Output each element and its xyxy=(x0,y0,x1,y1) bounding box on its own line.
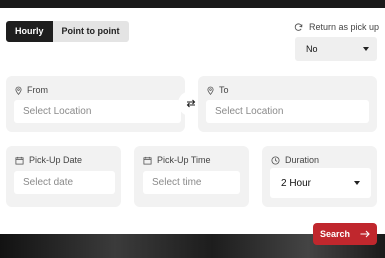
duration-box: Duration 2 Hour xyxy=(262,146,377,207)
pickup-date-label-text: Pick-Up Date xyxy=(29,155,83,165)
pickup-date-label: Pick-Up Date xyxy=(15,155,82,165)
location-pin-icon xyxy=(15,86,22,95)
chevron-down-icon xyxy=(354,181,360,185)
return-pickup-label: Return as pick up xyxy=(294,22,379,32)
from-label: From xyxy=(15,85,48,95)
duration-label-text: Duration xyxy=(285,155,320,165)
calendar-icon xyxy=(143,156,152,165)
to-label: To xyxy=(207,85,229,95)
pickup-time-label-text: Pick-Up Time xyxy=(157,155,211,165)
from-placeholder: Select Location xyxy=(23,106,92,117)
search-button[interactable]: Search xyxy=(313,223,377,245)
duration-select[interactable]: 2 Hour xyxy=(270,168,371,198)
pickup-date-placeholder: Select date xyxy=(23,177,74,188)
location-pin-icon xyxy=(207,86,214,95)
calendar-icon xyxy=(15,156,24,165)
tab-point-to-point[interactable]: Point to point xyxy=(52,21,129,42)
from-box: From Select Location xyxy=(6,76,185,132)
pickup-time-input[interactable]: Select time xyxy=(143,171,240,194)
pickup-time-box: Pick-Up Time Select time xyxy=(134,146,249,207)
clock-icon xyxy=(271,155,280,165)
duration-value: 2 Hour xyxy=(281,178,312,189)
from-input[interactable]: Select Location xyxy=(14,100,181,123)
chevron-down-icon xyxy=(363,47,369,51)
to-input[interactable]: Select Location xyxy=(206,100,369,123)
search-button-label: Search xyxy=(319,229,351,239)
refresh-icon xyxy=(294,22,303,32)
to-label-text: To xyxy=(219,85,229,95)
arrow-right-icon xyxy=(360,230,370,238)
duration-label: Duration xyxy=(271,155,319,165)
from-label-text: From xyxy=(27,85,48,95)
to-box: To Select Location xyxy=(198,76,377,132)
tab-hourly[interactable]: Hourly xyxy=(6,21,53,42)
return-pickup-text: Return as pick up xyxy=(309,22,380,32)
to-placeholder: Select Location xyxy=(215,106,284,117)
pickup-time-placeholder: Select time xyxy=(152,177,202,188)
pickup-date-box: Pick-Up Date Select date xyxy=(6,146,121,207)
return-pickup-value: No xyxy=(306,44,318,54)
pickup-date-input[interactable]: Select date xyxy=(14,171,115,194)
page-background-top xyxy=(0,0,385,8)
pickup-time-label: Pick-Up Time xyxy=(143,155,211,165)
trip-type-tabs: Hourly Point to point xyxy=(6,21,129,42)
return-pickup-select[interactable]: No xyxy=(295,37,377,61)
swap-arrows-icon xyxy=(186,99,196,108)
